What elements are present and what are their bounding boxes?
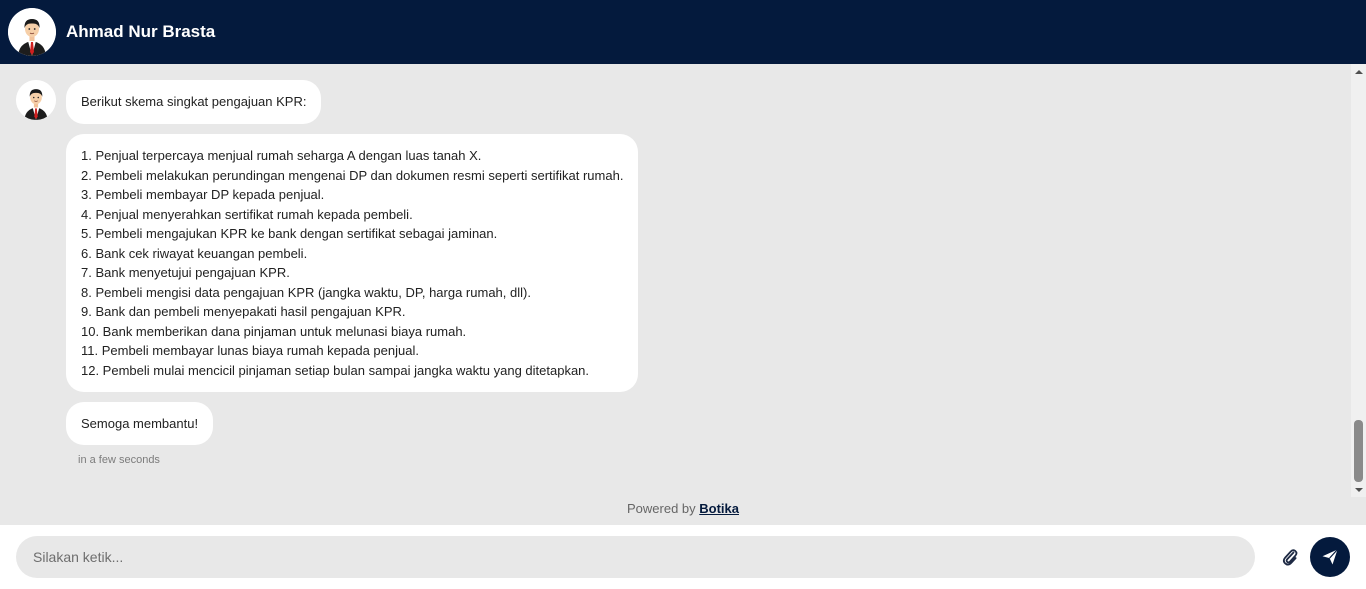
step-item: 7. Bank menyetujui pengajuan KPR.: [81, 265, 290, 280]
step-item: 1. Penjual terpercaya menjual rumah seha…: [81, 148, 482, 163]
scroll-thumb[interactable]: [1354, 420, 1363, 482]
message-composer: [0, 525, 1366, 589]
person-avatar-icon: [8, 8, 56, 56]
step-item: 8. Pembeli mengisi data pengajuan KPR (j…: [81, 284, 531, 300]
powered-by: Powered by Botika: [0, 501, 1366, 516]
paperclip-icon[interactable]: [1279, 545, 1301, 569]
message-input[interactable]: [16, 536, 1255, 578]
step-item: 2. Pembeli melakukan perundingan mengena…: [81, 167, 624, 183]
message-text: Semoga membantu!: [81, 415, 199, 431]
step-item: 9. Bank dan pembeli menyepakati hasil pe…: [81, 304, 406, 319]
step-item: 3. Pembeli membayar DP kepada penjual.: [81, 187, 325, 202]
step-item: 6. Bank cek riwayat keuangan pembeli.: [81, 245, 308, 261]
step-item: 12. Pembeli mulai mencicil pinjaman seti…: [81, 362, 590, 378]
message-bubble-closing: Semoga membantu!: [66, 402, 214, 445]
step-item: 10. Bank memberikan dana pinjaman untuk …: [81, 323, 467, 339]
step-item: 5. Pembeli mengajukan KPR ke bank dengan…: [81, 226, 498, 241]
send-button[interactable]: [1310, 537, 1350, 577]
contact-name: Ahmad Nur Brasta: [66, 22, 216, 41]
bot-avatar: [8, 8, 56, 56]
scrollbar[interactable]: [1351, 64, 1366, 497]
message-text: Berikut skema singkat pengajuan KPR:: [81, 94, 307, 110]
step-item: 11. Pembeli membayar lunas biaya rumah k…: [81, 343, 419, 358]
message-bubble-steps: 1. Penjual terpercaya menjual rumah seha…: [66, 134, 639, 392]
person-avatar-icon: [16, 80, 56, 120]
message-avatar: [16, 80, 56, 120]
message-list[interactable]: Berikut skema singkat pengajuan KPR: 1. …: [0, 64, 1366, 525]
message-timestamp: in a few seconds: [78, 454, 160, 466]
scroll-up-arrow-icon[interactable]: [1351, 64, 1366, 79]
powered-by-label: Powered by: [626, 501, 696, 516]
send-icon: [1322, 549, 1338, 565]
message-bubble-intro: Berikut skema singkat pengajuan KPR:: [66, 80, 322, 124]
step-item: 4. Penjual menyerahkan sertifikat rumah …: [81, 206, 413, 222]
botika-link[interactable]: Botika: [699, 501, 739, 516]
chat-header: Ahmad Nur Brasta: [0, 0, 1366, 64]
scroll-down-arrow-icon[interactable]: [1351, 482, 1366, 497]
